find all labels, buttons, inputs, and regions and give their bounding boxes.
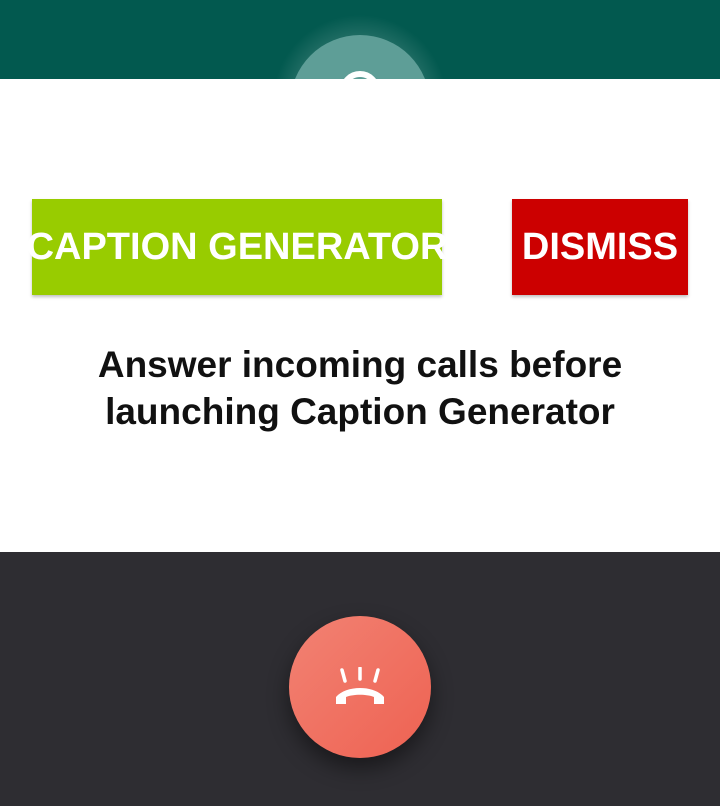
caption-dialog: CAPTION GENERATOR DISMISS Answer incomin…: [0, 79, 720, 552]
call-controls: [0, 552, 720, 806]
caption-generator-button[interactable]: CAPTION GENERATOR: [27, 199, 447, 295]
caller-header: [0, 0, 720, 79]
dismiss-button[interactable]: DISMISS: [512, 199, 688, 295]
end-call-button[interactable]: [289, 616, 431, 758]
dialog-message: Answer incoming calls before launching C…: [97, 344, 623, 432]
hang-up-ringing-icon: [336, 667, 384, 704]
person-icon: [340, 71, 380, 79]
